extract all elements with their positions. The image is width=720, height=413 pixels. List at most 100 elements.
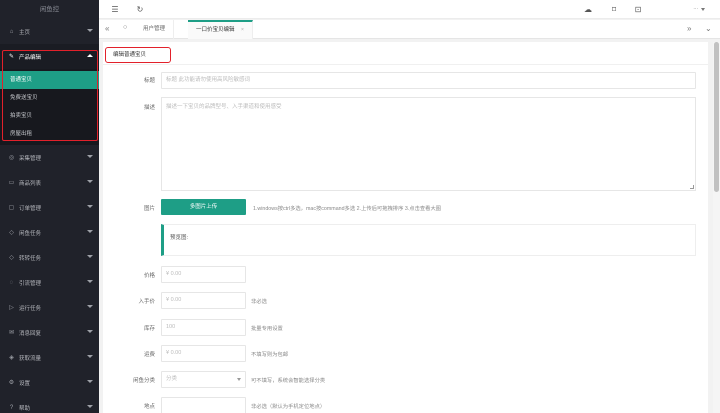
divider bbox=[103, 64, 708, 65]
stock-hint: 批量专用设置 bbox=[251, 326, 283, 332]
stock-input[interactable]: 100 bbox=[161, 319, 246, 336]
chevron-up-icon bbox=[87, 54, 93, 57]
sidebar-item-goods-list[interactable]: ▭ 商品列表 bbox=[0, 170, 99, 195]
submenu-product-edit: 普通宝贝 免费送宝贝 拍卖宝贝 房屋出租 bbox=[0, 69, 99, 145]
sidebar-item-label: 获取流量 bbox=[19, 355, 42, 362]
chevron-down-icon bbox=[87, 280, 93, 283]
card-title: 编辑普通宝贝 bbox=[105, 47, 171, 63]
chevron-down-icon bbox=[87, 355, 93, 358]
sidebar-item-xianyu-task[interactable]: ◇ 闲鱼任务 bbox=[0, 220, 99, 245]
category-select[interactable]: 分类 bbox=[161, 371, 246, 388]
category-placeholder: 分类 bbox=[166, 376, 178, 382]
tab-bar: « ○ 用户管理 一口价宝贝编辑 × » ⌄ bbox=[99, 20, 720, 39]
sidebar-group-product-edit: ✎ 产品编辑 普通宝贝 免费送宝贝 拍卖宝贝 房屋出租 bbox=[0, 44, 99, 145]
sidebar-item-product-edit[interactable]: ✎ 产品编辑 bbox=[0, 44, 99, 69]
postage-hint: 不填写则为包邮 bbox=[251, 352, 289, 358]
tag-icon[interactable]: ⌑ bbox=[609, 4, 619, 14]
sidebar-item-label: 引流管理 bbox=[19, 280, 42, 287]
collect-icon: ◎ bbox=[8, 155, 15, 161]
sidebar-item-label: 闲鱼任务 bbox=[19, 230, 42, 237]
submenu-item-free[interactable]: 免费送宝贝 bbox=[0, 89, 99, 107]
sidebar-item-label: 转转任务 bbox=[19, 255, 42, 262]
sidebar-item-running[interactable]: ▷ 运行任务 bbox=[0, 295, 99, 320]
cost-hint: 非必选 bbox=[251, 299, 267, 305]
tab-user-management[interactable]: 用户管理 bbox=[135, 20, 175, 39]
submenu-item-auction[interactable]: 拍卖宝贝 bbox=[0, 107, 99, 125]
chevron-down-icon[interactable]: ⌄ bbox=[705, 24, 712, 33]
sidebar-item-label: 设置 bbox=[19, 380, 31, 387]
chevron-down-icon bbox=[87, 29, 93, 32]
list-icon: ▭ bbox=[8, 180, 15, 186]
field-label: 库存 bbox=[143, 326, 155, 332]
description-placeholder: 描述一下宝贝的品牌型号、入手渠道和使用感受 bbox=[166, 104, 282, 110]
home-icon: ⌂ bbox=[9, 28, 14, 35]
lock-icon[interactable]: ⊡ bbox=[633, 4, 643, 14]
help-icon: ? bbox=[9, 404, 14, 411]
cost-input[interactable]: ¥ 0.00 bbox=[161, 292, 246, 309]
sidebar-item-get-flow[interactable]: ◈ 获取流量 bbox=[0, 345, 99, 370]
preview-label: 预览图: bbox=[170, 235, 189, 241]
field-label: 地点 bbox=[143, 404, 155, 410]
tab-fixed-price-edit[interactable]: 一口价宝贝编辑 × bbox=[188, 20, 253, 39]
title-input[interactable]: 标题 此功能请勿使用高风险敏感词 bbox=[161, 72, 696, 89]
chevron-down-icon bbox=[87, 205, 93, 208]
chevron-down-icon bbox=[87, 330, 93, 333]
sidebar-item-label: 商品列表 bbox=[19, 180, 42, 187]
upload-hint: 1.windows按ctrl多选，mac按command多选 2.上传后可拖拽排… bbox=[253, 206, 442, 212]
submenu-item-normal[interactable]: 普通宝贝 bbox=[0, 71, 99, 89]
sidebar-item-home[interactable]: ⌂ 主页 bbox=[0, 19, 99, 44]
field-label: 标题 bbox=[143, 78, 155, 84]
submenu-item-rental[interactable]: 房屋出租 bbox=[0, 125, 99, 143]
refresh-icon[interactable]: ↻ bbox=[135, 4, 145, 14]
gear-icon: ⚙ bbox=[8, 380, 15, 386]
sidebar-item-label: 产品编辑 bbox=[19, 54, 42, 61]
location-input[interactable] bbox=[161, 397, 246, 413]
chevron-down-icon[interactable] bbox=[701, 8, 705, 11]
sidebar-item-zhuanzhuan-task[interactable]: ◇ 转转任务 bbox=[0, 245, 99, 270]
sidebar-item-help[interactable]: ? 帮助 bbox=[0, 395, 99, 413]
sidebar-item-settings[interactable]: ⚙ 设置 bbox=[0, 370, 99, 395]
menu-icon[interactable]: ☰ bbox=[110, 4, 120, 14]
user-name[interactable]: ... bbox=[693, 5, 698, 11]
tab-label: 一口价宝贝编辑 bbox=[196, 27, 235, 33]
page-scrollbar[interactable] bbox=[713, 42, 720, 413]
chevron-down-icon bbox=[87, 230, 93, 233]
price-input[interactable]: ¥ 0.00 bbox=[161, 266, 246, 283]
sidebar-item-orders[interactable]: ▢ 订单管理 bbox=[0, 195, 99, 220]
tabs-scroll-right-icon[interactable]: » bbox=[687, 24, 691, 33]
sidebar-item-label: 运行任务 bbox=[19, 305, 42, 312]
task-icon: ◇ bbox=[9, 230, 14, 236]
close-icon[interactable]: × bbox=[241, 27, 244, 33]
location-hint: 非必选（默认为手机定位地点） bbox=[251, 404, 326, 410]
description-textarea[interactable]: 描述一下宝贝的品牌型号、入手渠道和使用感受 bbox=[161, 97, 696, 191]
sidebar-item-label: 帮助 bbox=[19, 405, 31, 412]
sidebar-item-label: 订单管理 bbox=[19, 205, 42, 212]
sidebar-item-label: 主页 bbox=[19, 29, 31, 36]
task-icon: ◇ bbox=[9, 255, 14, 261]
field-label: 入手价 bbox=[138, 299, 155, 305]
field-label: 图片 bbox=[143, 206, 155, 212]
cloud-icon[interactable]: ☁ bbox=[583, 4, 593, 14]
chevron-down-icon bbox=[87, 255, 93, 258]
image-preview-box: 预览图: bbox=[161, 224, 696, 256]
field-label: 运费 bbox=[143, 352, 155, 358]
postage-input[interactable]: ¥ 0.00 bbox=[161, 345, 246, 362]
field-label: 价格 bbox=[143, 273, 155, 279]
sidebar-item-label: 采集管理 bbox=[19, 155, 42, 162]
tab-label: 用户管理 bbox=[143, 26, 166, 32]
flow-icon: ◈ bbox=[9, 355, 14, 361]
chevron-down-icon bbox=[87, 380, 93, 383]
tabs-scroll-left-icon[interactable]: « bbox=[105, 24, 109, 33]
home-icon[interactable]: ○ bbox=[123, 24, 127, 31]
run-icon: ▷ bbox=[9, 305, 14, 311]
field-label: 闲鱼分类 bbox=[132, 378, 155, 384]
chevron-down-icon bbox=[237, 378, 241, 381]
sidebar-item-messages[interactable]: ✉ 消息回复 bbox=[0, 320, 99, 345]
sidebar-item-traffic[interactable]: ◌ 引流管理 bbox=[0, 270, 99, 295]
sidebar-item-collect[interactable]: ◎ 采集管理 bbox=[0, 145, 99, 170]
resize-handle-icon[interactable] bbox=[690, 185, 694, 189]
multi-upload-button[interactable]: 多图片上传 bbox=[161, 199, 246, 215]
edit-form-card: 编辑普通宝贝 标题 标题 此功能请勿使用高风险敏感词 描述 描述一下宝贝的品牌型… bbox=[103, 42, 708, 413]
chevron-down-icon bbox=[87, 405, 93, 408]
scrollbar-thumb[interactable] bbox=[714, 42, 719, 192]
